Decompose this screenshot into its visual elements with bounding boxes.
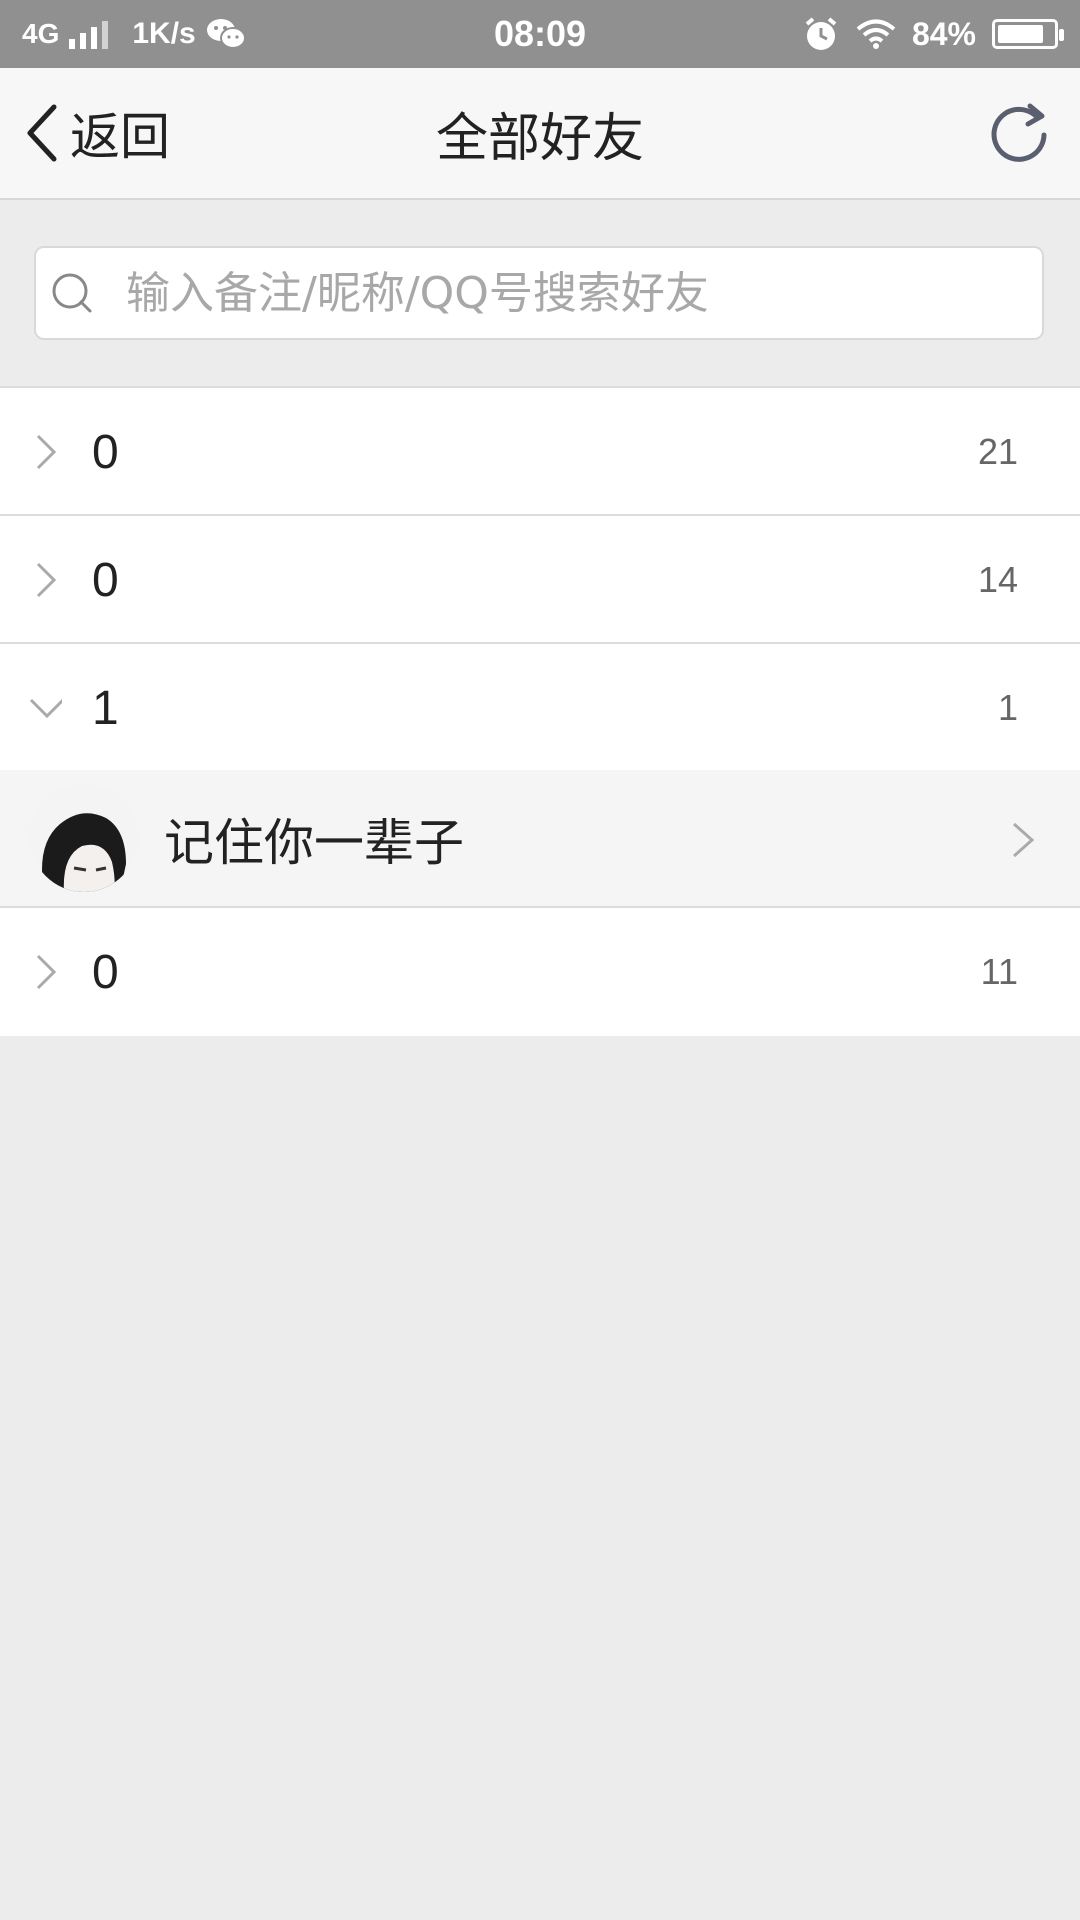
network-speed: 1K/s xyxy=(132,17,196,50)
chevron-right-icon xyxy=(36,434,57,470)
back-button[interactable]: 返回 xyxy=(24,68,170,198)
group-row[interactable]: 0 11 xyxy=(0,908,1080,1036)
search-icon xyxy=(52,273,92,313)
chevron-right-icon xyxy=(36,954,57,990)
group-count: 14 xyxy=(977,559,1018,600)
avatar-image xyxy=(30,784,138,892)
chevron-right-icon xyxy=(36,562,57,598)
group-name: 0 xyxy=(92,425,119,479)
wifi-icon xyxy=(856,19,896,49)
signal-icon xyxy=(69,19,109,49)
refresh-icon[interactable] xyxy=(984,100,1054,170)
network-type: 4G xyxy=(22,18,60,49)
group-count: 1 xyxy=(997,687,1018,728)
search-area xyxy=(0,200,1080,386)
search-box[interactable] xyxy=(34,246,1044,340)
battery-icon xyxy=(992,19,1064,49)
group-name: 1 xyxy=(92,681,119,735)
status-bar: 4G 1K/s 08:09 84% xyxy=(0,0,1080,68)
status-right: 84% xyxy=(802,0,1064,68)
chevron-left-icon xyxy=(27,104,57,162)
nav-bar: 返回 全部好友 xyxy=(0,68,1080,200)
search-input[interactable] xyxy=(124,266,1008,320)
chevron-right-icon xyxy=(1013,822,1035,858)
group-row[interactable]: 0 14 xyxy=(0,514,1080,642)
alarm-icon xyxy=(805,17,837,50)
avatar xyxy=(30,784,138,892)
group-name: 0 xyxy=(92,945,119,999)
wechat-icon xyxy=(206,19,246,49)
battery-percent: 84% xyxy=(911,15,976,52)
group-count: 11 xyxy=(980,951,1018,992)
friend-name: 记住你一辈子 xyxy=(164,814,464,872)
back-label: 返回 xyxy=(70,108,170,166)
status-left: 4G 1K/s xyxy=(22,0,246,68)
group-row[interactable]: 0 21 xyxy=(0,386,1080,514)
friend-group-list: 0 21 0 14 1 1 记住你一辈子 0 11 xyxy=(0,386,1080,1036)
chevron-down-icon xyxy=(29,698,62,719)
group-row-expanded[interactable]: 1 1 xyxy=(0,642,1080,770)
group-count: 21 xyxy=(977,431,1018,472)
friend-row[interactable]: 记住你一辈子 xyxy=(0,770,1080,908)
group-name: 0 xyxy=(92,553,119,607)
